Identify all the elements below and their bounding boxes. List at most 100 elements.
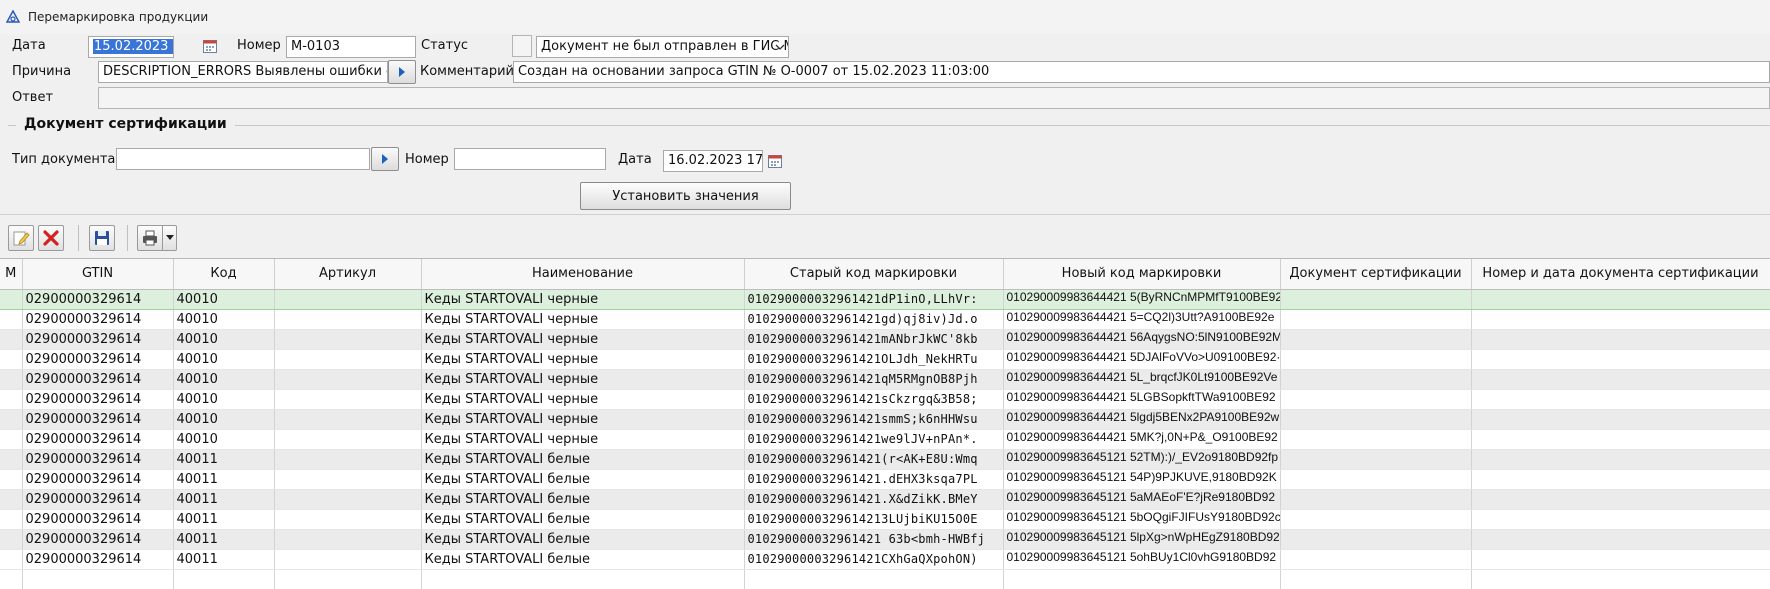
mark-cell[interactable] bbox=[0, 309, 23, 330]
column-header[interactable]: Документ сертификации bbox=[1280, 259, 1472, 290]
gtin-cell[interactable]: 02900000329614 bbox=[22, 529, 174, 550]
calendar-icon[interactable] bbox=[200, 36, 220, 56]
old-code-cell[interactable]: 010290000032961421.dEHX3ksqa7PL bbox=[744, 469, 1004, 490]
cert-number-field[interactable] bbox=[454, 148, 606, 170]
cert-docnum-cell[interactable] bbox=[1471, 449, 1770, 470]
article-cell[interactable] bbox=[274, 389, 422, 410]
mark-cell[interactable] bbox=[0, 489, 23, 510]
article-cell[interactable] bbox=[274, 309, 422, 330]
cert-doc-cell[interactable] bbox=[1280, 369, 1472, 390]
apply-values-button[interactable]: Установить значения bbox=[580, 182, 791, 210]
table-row[interactable]: 02900000329614 40011 Кеды STARTOVALI белые… bbox=[0, 509, 1770, 530]
mark-cell[interactable] bbox=[0, 349, 23, 370]
gtin-cell[interactable]: 02900000329614 bbox=[22, 449, 174, 470]
table-row[interactable]: 02900000329614 40010 Кеды STARTOVALI черны… bbox=[0, 349, 1770, 370]
article-cell[interactable] bbox=[274, 429, 422, 450]
table-row[interactable]: 02900000329614 40011 Кеды STARTOVALI белые… bbox=[0, 549, 1770, 570]
name-cell[interactable]: Кеды STARTOVALI черные bbox=[421, 389, 745, 410]
gtin-cell[interactable]: 02900000329614 bbox=[22, 288, 174, 310]
cert-docnum-cell[interactable] bbox=[1471, 529, 1770, 550]
code-cell[interactable]: 40011 bbox=[173, 509, 275, 530]
new-code-cell[interactable]: 010290009983645121 54P)9PJKUVE,9180BD92K bbox=[1003, 469, 1281, 490]
article-cell[interactable] bbox=[274, 489, 422, 510]
table-row[interactable]: 02900000329614 40011 Кеды STARTOVALI белые… bbox=[0, 489, 1770, 510]
old-code-cell[interactable]: 010290000032961421(r<AK+E8U:Wmq bbox=[744, 449, 1004, 470]
cert-docnum-cell[interactable] bbox=[1471, 329, 1770, 350]
old-code-cell[interactable]: 010290000032961421OLJdh_NekHRTu bbox=[744, 349, 1004, 370]
old-code-cell[interactable]: 010290000032961421dP1inO,LLhVr: bbox=[744, 288, 1004, 310]
code-cell[interactable]: 40011 bbox=[173, 489, 275, 510]
cert-doc-cell[interactable] bbox=[1280, 329, 1472, 350]
table-row[interactable]: 02900000329614 40010 Кеды STARTOVALI черны… bbox=[0, 329, 1770, 350]
article-cell[interactable] bbox=[274, 409, 422, 430]
column-header[interactable]: Номер и дата документа сертификации bbox=[1471, 259, 1770, 290]
code-cell[interactable]: 40011 bbox=[173, 549, 275, 570]
name-cell[interactable]: Кеды STARTOVALI белые bbox=[421, 469, 745, 490]
table-row[interactable]: 02900000329614 40010 Кеды STARTOVALI черны… bbox=[0, 369, 1770, 390]
new-code-cell[interactable]: 010290009983645121 5aMAEoF'E?jRe9180BD92 bbox=[1003, 489, 1281, 510]
cert-docnum-cell[interactable] bbox=[1471, 349, 1770, 370]
code-cell[interactable]: 40010 bbox=[173, 288, 275, 310]
old-code-cell[interactable]: 010290000032961421CXhGaQXpohON) bbox=[744, 549, 1004, 570]
mark-cell[interactable] bbox=[0, 429, 23, 450]
mark-cell[interactable] bbox=[0, 549, 23, 570]
column-header[interactable]: Наименование bbox=[421, 259, 745, 290]
new-code-cell[interactable]: 010290009983645121 5ohBUy1Cl0vhG9180BD92 bbox=[1003, 549, 1281, 570]
article-cell[interactable] bbox=[274, 349, 422, 370]
name-cell[interactable]: Кеды STARTOVALI белые bbox=[421, 509, 745, 530]
save-button[interactable] bbox=[89, 225, 115, 251]
column-header[interactable]: Новый код маркировки bbox=[1003, 259, 1281, 290]
code-cell[interactable]: 40011 bbox=[173, 469, 275, 490]
gtin-cell[interactable]: 02900000329614 bbox=[22, 309, 174, 330]
old-code-cell[interactable]: 010290000032961421gd)qj8iv)Jd.o bbox=[744, 309, 1004, 330]
mark-cell[interactable] bbox=[0, 409, 23, 430]
gtin-cell[interactable]: 02900000329614 bbox=[22, 369, 174, 390]
gtin-cell[interactable]: 02900000329614 bbox=[22, 429, 174, 450]
table-row[interactable]: 02900000329614 40010 Кеды STARTOVALI черны… bbox=[0, 429, 1770, 450]
name-cell[interactable]: Кеды STARTOVALI черные bbox=[421, 309, 745, 330]
doc-type-select-button[interactable] bbox=[371, 147, 399, 171]
comment-field[interactable]: Создан на основании запроса GTIN № О-000… bbox=[513, 61, 1770, 83]
reason-field[interactable]: DESCRIPTION_ERRORS Выявлены ошибки оп bbox=[98, 61, 388, 83]
gtin-cell[interactable]: 02900000329614 bbox=[22, 509, 174, 530]
old-code-cell[interactable]: 0102900000329614213LUjbiKU15O0E bbox=[744, 509, 1004, 530]
code-cell[interactable]: 40010 bbox=[173, 329, 275, 350]
cert-docnum-cell[interactable] bbox=[1471, 509, 1770, 530]
number-field[interactable]: М-0103 bbox=[286, 36, 416, 58]
new-code-cell[interactable]: 010290009983645121 52TM):)/_EV2o9180BD92… bbox=[1003, 449, 1281, 470]
name-cell[interactable]: Кеды STARTOVALI черные bbox=[421, 409, 745, 430]
new-code-cell[interactable]: 010290009983645121 5lpXg>nWpHEgZ9180BD92 bbox=[1003, 529, 1281, 550]
mark-cell[interactable] bbox=[0, 449, 23, 470]
mark-cell[interactable] bbox=[0, 469, 23, 490]
cert-docnum-cell[interactable] bbox=[1471, 489, 1770, 510]
gtin-cell[interactable]: 02900000329614 bbox=[22, 389, 174, 410]
name-cell[interactable]: Кеды STARTOVALI белые bbox=[421, 529, 745, 550]
table-row[interactable]: 02900000329614 40010 Кеды STARTOVALI черны… bbox=[0, 409, 1770, 430]
old-code-cell[interactable]: 010290000032961421.X&dZikK.BMeY bbox=[744, 489, 1004, 510]
mark-cell[interactable] bbox=[0, 509, 23, 530]
gtin-cell[interactable]: 02900000329614 bbox=[22, 349, 174, 370]
gtin-cell[interactable]: 02900000329614 bbox=[22, 409, 174, 430]
column-header[interactable]: Код bbox=[173, 259, 275, 290]
new-code-cell[interactable]: 010290009983644421 5DJAlFoVVo>U09100BE92… bbox=[1003, 349, 1281, 370]
old-code-cell[interactable]: 010290000032961421mANbrJkWC'8kb bbox=[744, 329, 1004, 350]
table-row[interactable]: 02900000329614 40010 Кеды STARTOVALI черны… bbox=[0, 389, 1770, 410]
chevron-down-icon[interactable] bbox=[773, 37, 787, 57]
article-cell[interactable] bbox=[274, 469, 422, 490]
new-code-cell[interactable]: 010290009983644421 5(ByRNCnMPMfT9100BE92 bbox=[1003, 288, 1281, 310]
gtin-cell[interactable]: 02900000329614 bbox=[22, 549, 174, 570]
code-cell[interactable]: 40010 bbox=[173, 349, 275, 370]
new-code-cell[interactable]: 010290009983644421 5=CQ2l)3Utt?A9100BE92… bbox=[1003, 309, 1281, 330]
cert-docnum-cell[interactable] bbox=[1471, 549, 1770, 570]
new-code-cell[interactable]: 010290009983644421 5MK?j,0N+P&_O9100BE92 bbox=[1003, 429, 1281, 450]
mark-cell[interactable] bbox=[0, 369, 23, 390]
new-code-cell[interactable]: 010290009983645121 5bOQgiFJIFUsY9180BD92… bbox=[1003, 509, 1281, 530]
cert-doc-cell[interactable] bbox=[1280, 509, 1472, 530]
column-header[interactable]: М bbox=[0, 259, 23, 290]
cert-docnum-cell[interactable] bbox=[1471, 469, 1770, 490]
new-code-cell[interactable]: 010290009983644421 5L_brqcfJK0Lt9100BE92… bbox=[1003, 369, 1281, 390]
cert-docnum-cell[interactable] bbox=[1471, 429, 1770, 450]
name-cell[interactable]: Кеды STARTOVALI черные bbox=[421, 369, 745, 390]
code-cell[interactable]: 40011 bbox=[173, 529, 275, 550]
cert-doc-cell[interactable] bbox=[1280, 469, 1472, 490]
